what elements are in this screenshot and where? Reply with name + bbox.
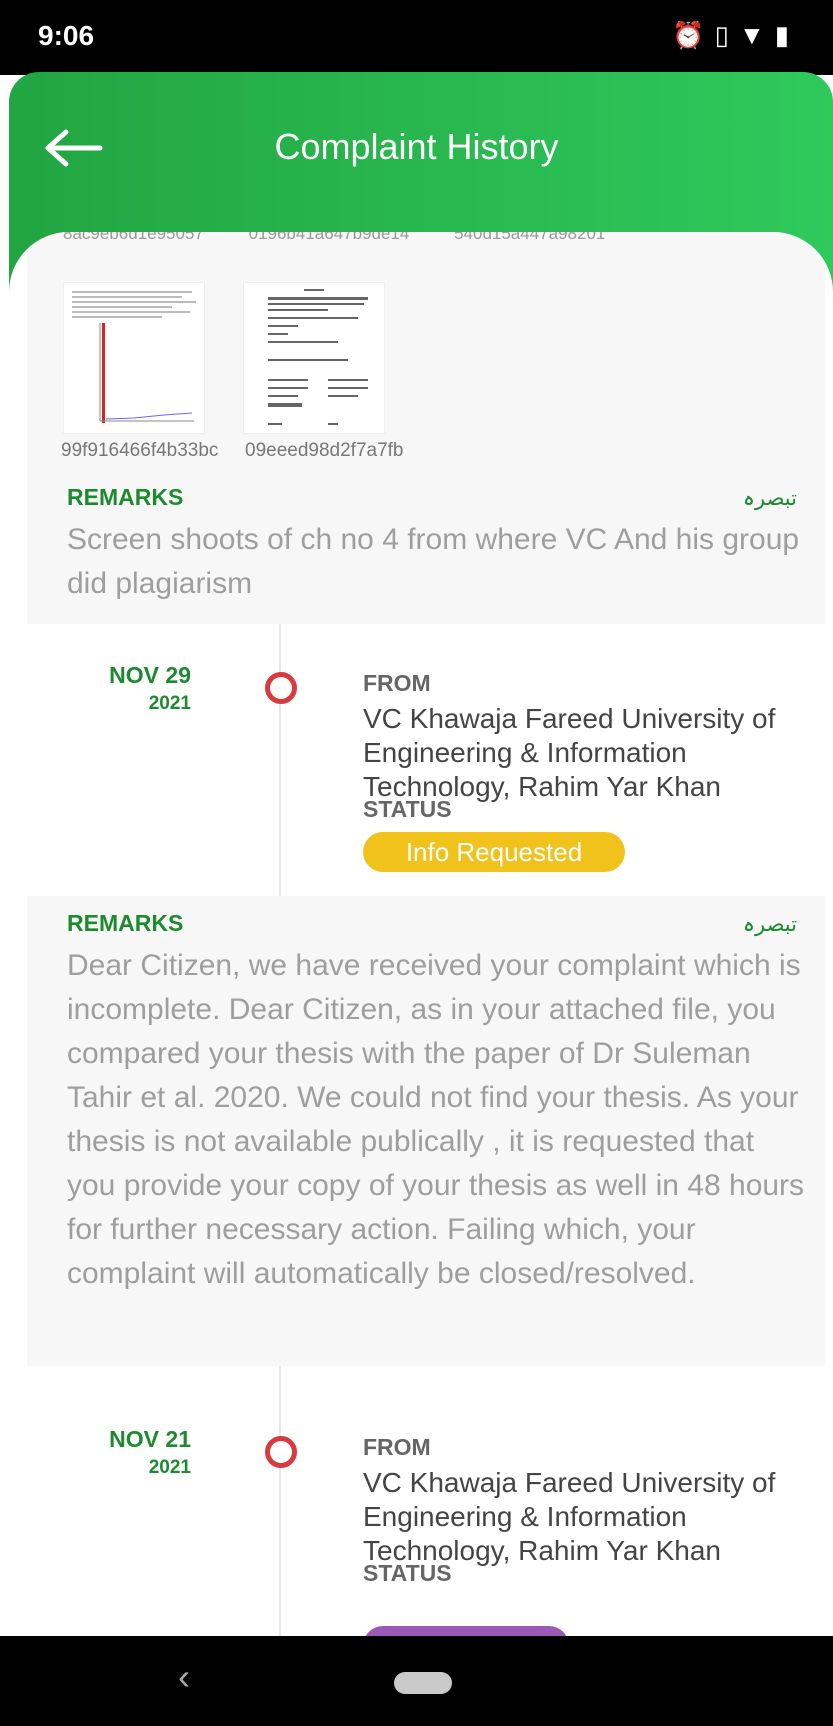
from-label: FROM [363, 1434, 431, 1460]
attachment-name: 09eeed98d2f7a7fbc [245, 440, 403, 461]
attachment-thumbnail[interactable] [243, 282, 385, 434]
wifi-icon: ▼ [738, 20, 775, 50]
system-nav-bar: ‹ [0, 1636, 833, 1726]
history-list[interactable]: 8ac9eb6d1e95057 0196b41a647b9de14 540d15… [9, 232, 833, 1636]
remarks-text: Dear Citizen, we have received your comp… [67, 949, 805, 1290]
timeline-dot-icon [265, 672, 297, 704]
vibrate-icon: ▯ [714, 20, 739, 50]
timeline-line [279, 1366, 281, 1636]
document-preview-icon [268, 289, 368, 425]
from-text: VC Khawaja Fareed University of Engineer… [363, 703, 776, 802]
entry-date: NOV 29 2021 [109, 662, 191, 714]
remarks-text: Screen shoots of ch no 4 from where VC A… [67, 523, 800, 600]
remarks-label: REMARKS [67, 910, 184, 936]
from-text: VC Khawaja Fareed University of Engineer… [363, 1467, 776, 1566]
timeline-dot-icon [265, 1436, 297, 1468]
status-icons: ⏰▯▼▮ [672, 20, 799, 51]
status-bar: 9:06 ⏰▯▼▮ [0, 0, 833, 75]
clipped-attachment-names: 8ac9eb6d1e95057 0196b41a647b9de14 540d15… [63, 232, 606, 243]
remarks-label: REMARKS [67, 484, 184, 510]
remarks-card: 8ac9eb6d1e95057 0196b41a647b9de14 540d15… [27, 232, 825, 624]
remarks-card: REMARKS تبصرہ Dear Citizen, we have rece… [27, 896, 825, 1366]
status-badge: Info Requested [363, 832, 625, 872]
attachment-name: 99f916466f4b33bck [61, 440, 219, 461]
status-label: STATUS [363, 796, 452, 822]
battery-icon: ▮ [774, 20, 799, 50]
document-preview-icon [72, 291, 196, 423]
entry-date: NOV 21 2021 [109, 1426, 191, 1478]
remarks-label-urdu: تبصرہ [742, 487, 797, 510]
clock: 9:06 [38, 20, 95, 51]
from-label: FROM [363, 670, 431, 696]
status-label: STATUS [363, 1560, 452, 1586]
page-title: Complaint History [274, 126, 559, 167]
status-badge [363, 1626, 569, 1636]
timeline-line [279, 624, 281, 896]
attachment-thumbnail[interactable] [63, 282, 205, 434]
alarm-icon: ⏰ [672, 20, 715, 50]
nav-back-icon[interactable]: ‹ [178, 1656, 190, 1698]
nav-home-pill[interactable] [394, 1672, 452, 1694]
remarks-label-urdu: تبصرہ [742, 913, 797, 936]
